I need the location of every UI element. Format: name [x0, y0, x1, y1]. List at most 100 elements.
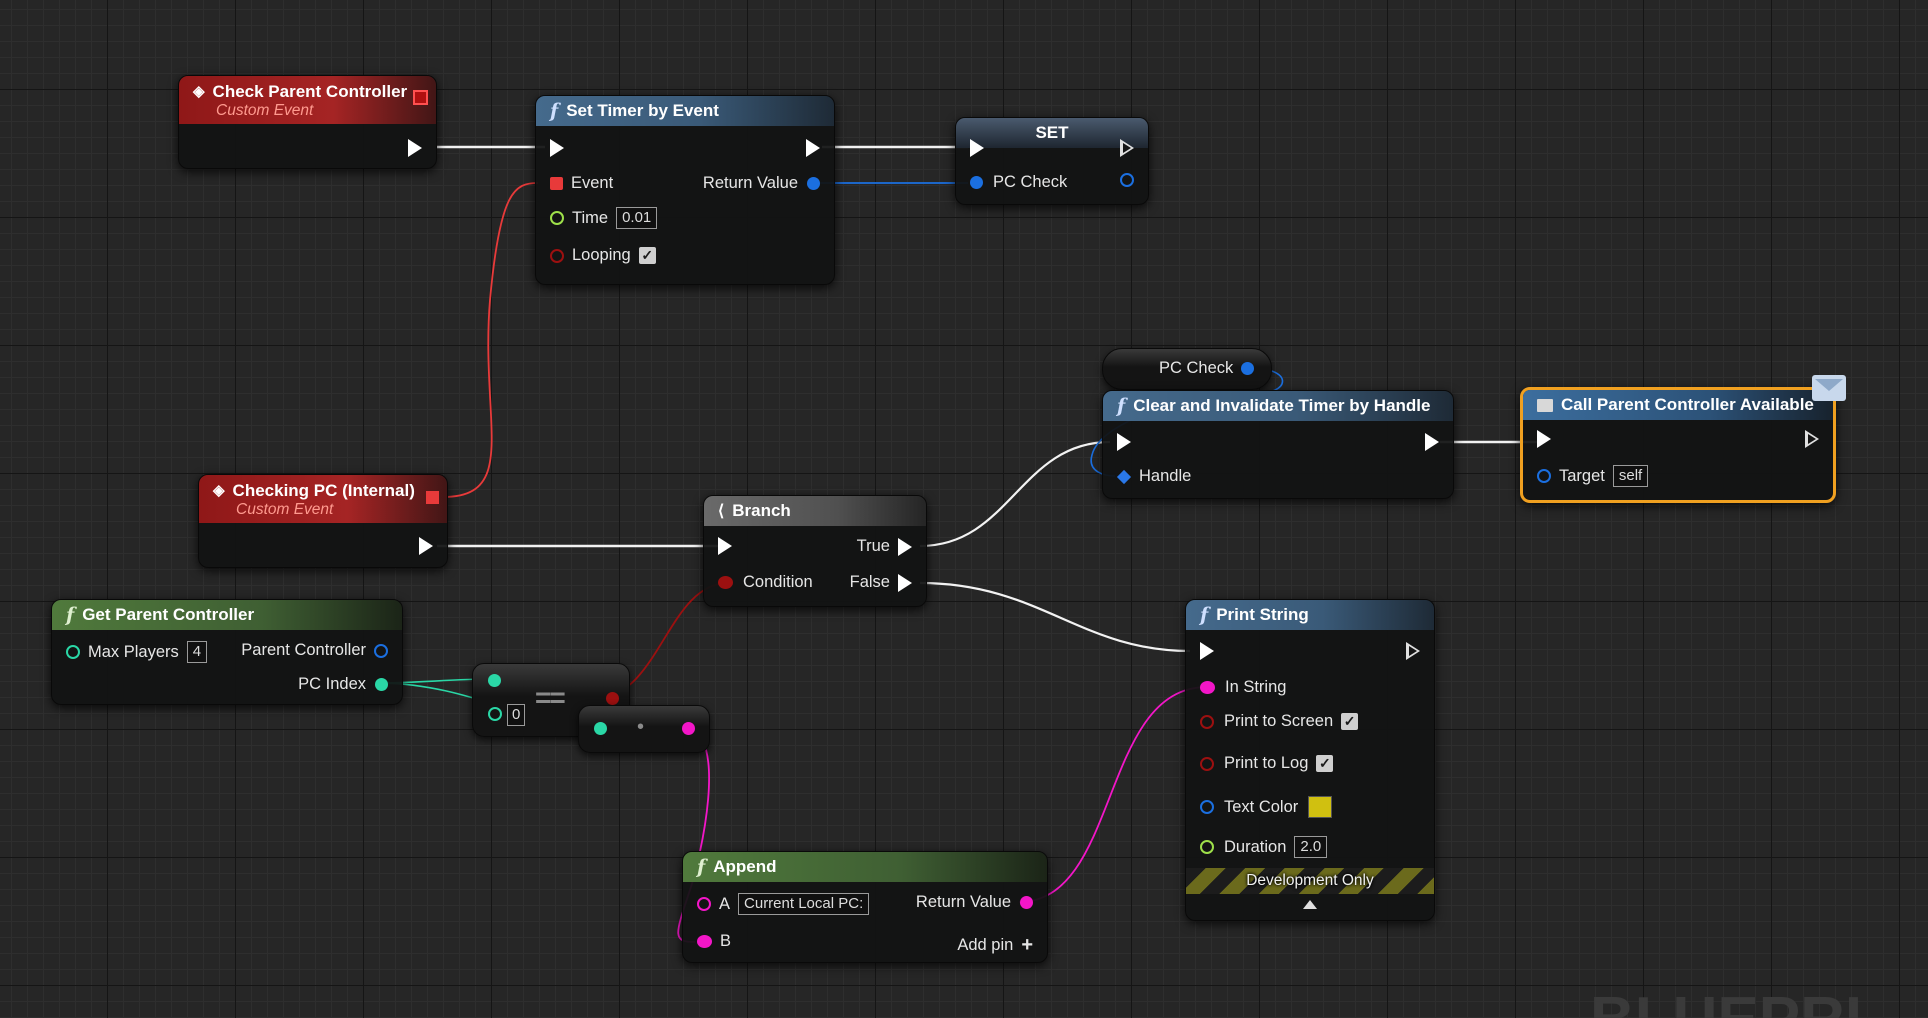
looping-pin[interactable]: Looping ✓ — [550, 246, 656, 265]
text-color-pin[interactable]: Text Color — [1200, 796, 1333, 818]
parent-controller-pin[interactable]: Parent Controller — [241, 641, 388, 660]
pin-label: Parent Controller — [241, 641, 366, 659]
node-print-string[interactable]: f Print String In String Print to Screen… — [1185, 599, 1435, 921]
bool-pin-icon — [550, 248, 564, 263]
node-title: Call Parent Controller Available — [1561, 395, 1814, 414]
node-title: SET — [1035, 123, 1069, 142]
node-checking-pc-internal[interactable]: ◈ Checking PC (Internal) Custom Event — [198, 474, 448, 568]
print-log-pin[interactable]: Print to Log ✓ — [1200, 754, 1334, 773]
print-screen-pin[interactable]: Print to Screen ✓ — [1200, 712, 1359, 731]
function-icon: f — [697, 856, 706, 878]
exec-out-pin[interactable] — [419, 537, 433, 555]
print-screen-checkbox[interactable]: ✓ — [1341, 713, 1359, 730]
struct-pin-icon — [1120, 173, 1134, 187]
node-title: Clear and Invalidate Timer by Handle — [1133, 396, 1431, 415]
in-string-pin[interactable]: In String — [1200, 678, 1286, 697]
pin-label: Duration — [1224, 837, 1287, 856]
exec-in-pin[interactable] — [1117, 433, 1131, 451]
handle-pin[interactable]: Handle — [1116, 467, 1191, 486]
pin-label: Text Color — [1224, 797, 1299, 816]
int-pin-icon[interactable] — [488, 707, 502, 721]
equals-b-input[interactable]: 0 — [507, 704, 526, 726]
node-clear-invalidate-timer[interactable]: f Clear and Invalidate Timer by Handle H… — [1102, 390, 1454, 499]
node-header: f Append — [683, 852, 1047, 882]
a-pin[interactable]: A Current Local PC: — [697, 893, 870, 915]
exec-in-pin[interactable] — [970, 139, 984, 157]
pc-index-pin[interactable]: PC Index — [298, 675, 388, 694]
pin-label: PC Check — [993, 173, 1068, 191]
conversion-dot: • — [637, 716, 645, 738]
pin-label: Looping — [572, 246, 631, 264]
exec-in-pin[interactable] — [1200, 642, 1214, 660]
target-pin[interactable]: Target self — [1537, 465, 1649, 487]
false-pin[interactable]: False — [850, 573, 912, 592]
node-get-parent-controller[interactable]: f Get Parent Controller Max Players 4 Pa… — [51, 599, 403, 705]
node-title: Append — [713, 857, 777, 876]
bool-pin-icon — [1200, 756, 1214, 771]
object-pin-icon — [374, 643, 388, 658]
exec-out-pin[interactable] — [1120, 139, 1134, 157]
color-pin-icon — [1200, 800, 1214, 814]
bool-pin-icon[interactable] — [606, 692, 619, 705]
struct-pin-icon — [1241, 362, 1255, 375]
exec-out-pin[interactable] — [1805, 430, 1819, 448]
event-icon: ◈ — [213, 482, 225, 499]
text-color-swatch[interactable] — [1308, 796, 1333, 818]
condition-pin[interactable]: Condition — [718, 573, 813, 592]
duration-pin[interactable]: Duration 2.0 — [1200, 836, 1328, 858]
node-int-to-string[interactable]: • — [578, 705, 710, 753]
time-input[interactable]: 0.01 — [616, 207, 658, 229]
node-pc-check-getter[interactable]: PC Check — [1102, 348, 1272, 390]
exec-in-pin[interactable] — [718, 537, 732, 555]
true-pin[interactable]: True — [857, 537, 912, 556]
delegate-pin[interactable] — [426, 491, 439, 504]
exec-out-pin[interactable] — [1425, 433, 1439, 451]
wire-exec-false-to-print — [919, 581, 1191, 653]
wire-exec-true-to-clear — [919, 440, 1111, 548]
node-append[interactable]: f Append A Current Local PC: Return Valu… — [682, 851, 1048, 963]
target-input[interactable]: self — [1612, 465, 1649, 487]
delegate-pin[interactable] — [413, 90, 428, 105]
pin-label: Return Value — [915, 893, 1011, 911]
collapse-arrow-icon[interactable] — [1303, 900, 1317, 909]
struct-pin-icon — [807, 177, 820, 190]
exec-out-pin[interactable] — [1406, 642, 1420, 660]
event-pin[interactable]: Event — [550, 174, 613, 193]
looping-checkbox[interactable]: ✓ — [638, 247, 656, 264]
b-pin[interactable]: B — [697, 932, 731, 951]
node-check-parent-controller[interactable]: ◈ Check Parent Controller Custom Event — [178, 75, 437, 169]
max-players-pin[interactable]: Max Players 4 — [66, 641, 208, 663]
node-subtitle: Custom Event — [236, 501, 334, 518]
node-header: f Print String — [1186, 600, 1434, 630]
pin-label: Max Players — [88, 642, 179, 661]
pin-label: Target — [1559, 466, 1605, 485]
node-branch[interactable]: ⟨ Branch True Condition False — [703, 495, 927, 607]
add-pin-button[interactable]: Add pin + — [957, 934, 1033, 957]
duration-input[interactable]: 2.0 — [1294, 836, 1328, 858]
pc-check-pin[interactable]: PC Check — [970, 173, 1067, 192]
watermark: BLUEPRI — [1590, 985, 1862, 1018]
node-set-pc-check[interactable]: SET PC Check — [955, 117, 1149, 205]
print-log-checkbox[interactable]: ✓ — [1316, 755, 1334, 772]
string-pin-icon[interactable] — [682, 722, 695, 735]
bool-pin-icon — [718, 576, 733, 589]
return-value-pin[interactable]: Return Value — [916, 893, 1033, 912]
exec-in-pin[interactable] — [1537, 430, 1551, 448]
a-input[interactable]: Current Local PC: — [738, 893, 870, 915]
max-players-input[interactable]: 4 — [186, 641, 208, 663]
exec-in-pin[interactable] — [550, 139, 564, 157]
exec-out-pin[interactable] — [408, 139, 422, 157]
int-pin-icon[interactable] — [488, 674, 501, 687]
int-pin-icon[interactable] — [594, 722, 607, 735]
exec-out-pin[interactable] — [806, 139, 820, 157]
node-call-parent-controller-available[interactable]: Call Parent Controller Available Target … — [1520, 387, 1836, 503]
time-pin[interactable]: Time 0.01 — [550, 207, 658, 229]
int-pin-icon — [375, 678, 388, 691]
string-pin-icon — [1020, 896, 1033, 909]
pin-label: Time — [572, 208, 609, 227]
pc-check-out-pin[interactable]: PC Check — [1159, 359, 1255, 378]
pc-check-out-pin[interactable] — [1120, 173, 1134, 187]
return-value-pin[interactable]: Return Value — [703, 174, 820, 193]
pin-label: A — [719, 894, 731, 913]
node-set-timer-by-event[interactable]: f Set Timer by Event Event Return Value … — [535, 95, 835, 285]
